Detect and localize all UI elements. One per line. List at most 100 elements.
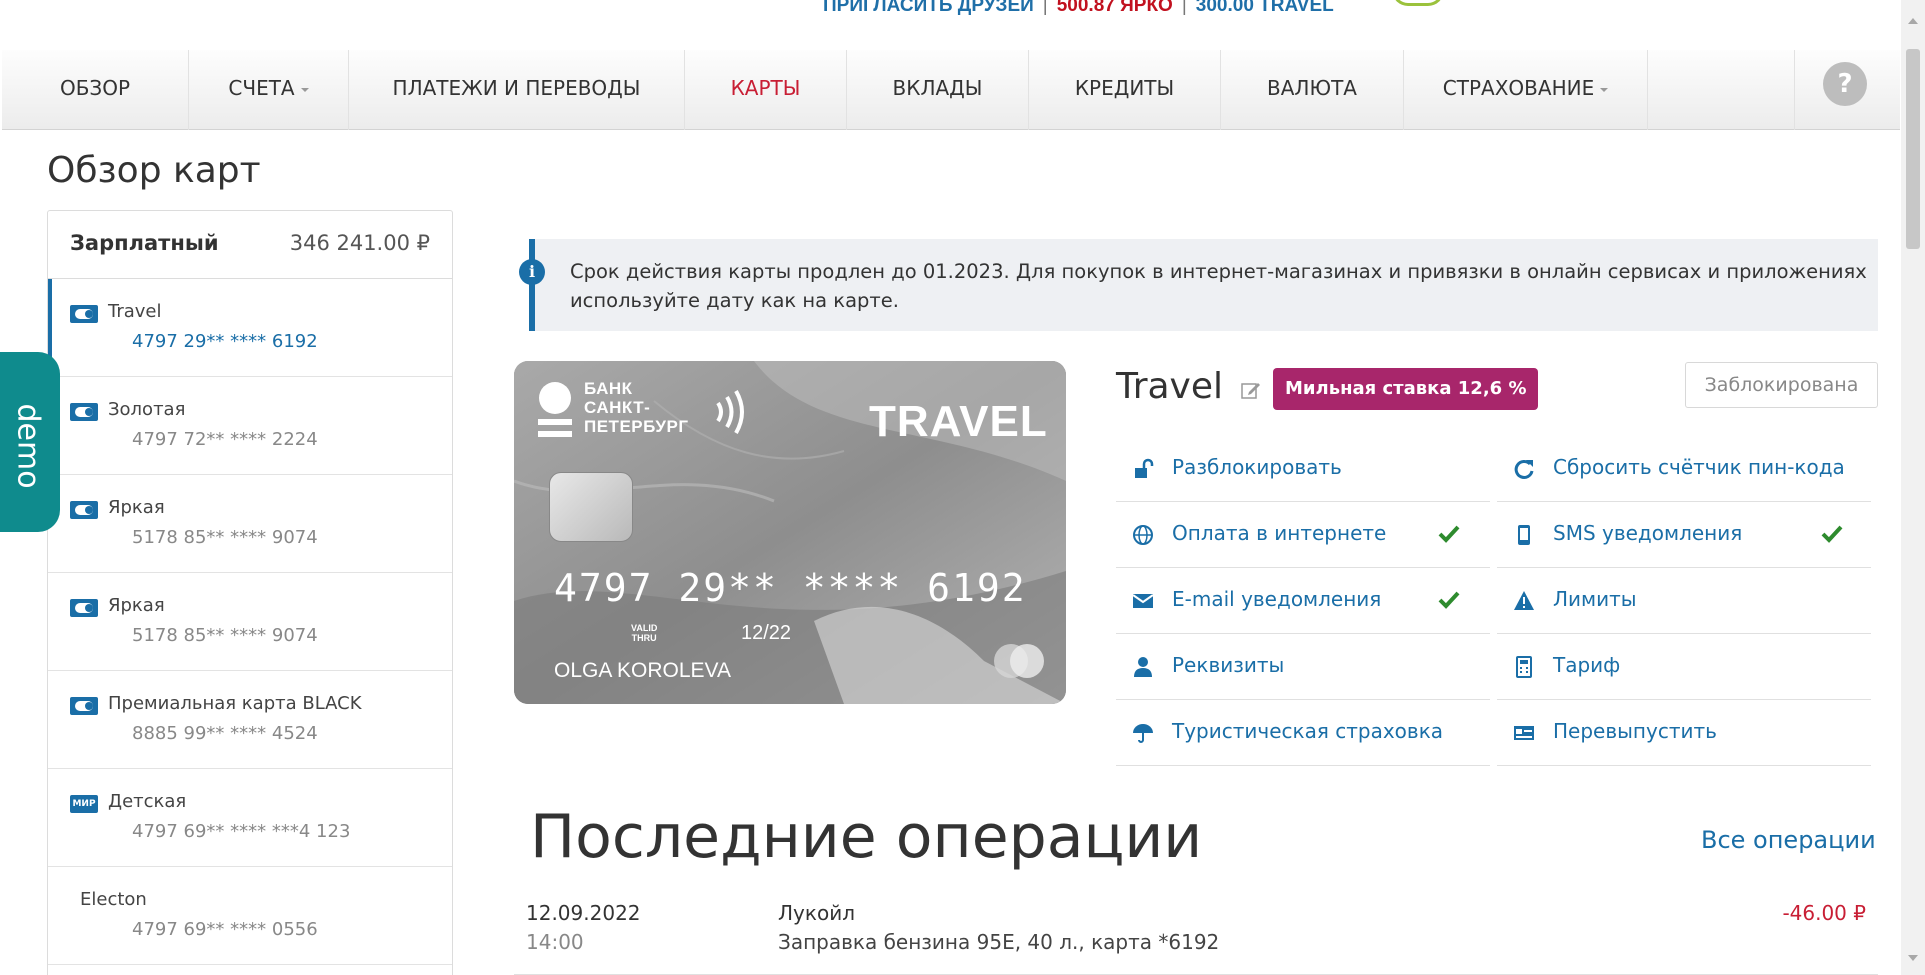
nav-item-overview[interactable]: ОБЗОР (2, 50, 189, 130)
card-list: Зарплатный 346 241.00 ₽ Travel 4797 29**… (47, 210, 453, 975)
check-icon (1821, 525, 1843, 543)
nav-item-cards[interactable]: КАРТЫ (685, 50, 847, 130)
card-expiry: 12/22 (741, 622, 792, 644)
bank-name-line: САНКТ- (584, 398, 651, 417)
nav-item-currency[interactable]: ВАЛЮТА (1221, 50, 1404, 130)
toggle-card-icon (70, 403, 98, 421)
card-number: 5178 85** **** 9074 (132, 527, 318, 548)
operations-title: Последние операции (530, 802, 1203, 872)
nav-item-label: СЧЕТА (228, 76, 295, 100)
internet-payment-action[interactable]: Оплата в интернете (1116, 502, 1490, 568)
account-name: Зарплатный (70, 231, 219, 255)
card-title: Travel (1116, 366, 1224, 407)
refresh-icon (1514, 459, 1534, 479)
scroll-up-icon[interactable] (1908, 18, 1918, 24)
valid-label-line: VALID (631, 623, 658, 633)
card-list-item[interactable]: Яркая 5178 85** **** 9074 (48, 475, 452, 573)
nav-item-payments[interactable]: ПЛАТЕЖИ И ПЕРЕВОДЫ (349, 50, 685, 130)
page-title: Обзор карт (47, 150, 261, 191)
unblock-action[interactable]: Разблокировать (1116, 436, 1490, 502)
calculator-icon (1516, 656, 1532, 678)
toggle-card-icon (70, 599, 98, 617)
demo-label: demo (10, 403, 46, 489)
action-label: Лимиты (1553, 587, 1637, 611)
edit-icon[interactable] (1241, 380, 1261, 400)
contactless-icon (716, 390, 744, 434)
operation-description: Заправка бензина 95Е, 40 л., карта *6192 (778, 930, 1220, 954)
nav-item-credits[interactable]: КРЕДИТЫ (1029, 50, 1221, 130)
card-list-item[interactable]: Яркая 5178 85** **** 9074 (48, 573, 452, 671)
email-notifications-action[interactable]: E-mail уведомления (1116, 568, 1490, 634)
page-scrollbar[interactable] (1901, 0, 1925, 975)
notice-text: Срок действия карты продлен до 01.2023. … (570, 260, 1867, 312)
card-name: Electon (80, 889, 147, 910)
card-list-item[interactable]: Electon 4797 69** **** 0556 (48, 867, 452, 965)
card-holder: OLGA KOROLEVA (554, 659, 732, 682)
card-list-item[interactable]: Премиальная карта BLACK 8885 99** **** 4… (48, 671, 452, 769)
card-image-number: 4797 29** **** 6192 (554, 566, 1027, 610)
card-name: Travel (108, 301, 162, 322)
toggle-card-icon (70, 501, 98, 519)
user-avatar[interactable] (1392, 0, 1444, 6)
card-number: 4797 29** **** 6192 (132, 331, 318, 352)
card-name: Золотая (108, 399, 186, 420)
nav-spacer (1648, 50, 1795, 130)
card-number: 4797 69** **** 0556 (132, 919, 318, 940)
travel-balance: 300.00 TRAVEL (1195, 0, 1334, 16)
card-number: 4797 69** **** ***4 123 (132, 821, 351, 842)
action-label: Туристическая страховка (1172, 719, 1444, 743)
divider: | (1181, 0, 1187, 16)
toggle-card-icon (70, 697, 98, 715)
nav-item-label: ВАЛЮТА (1267, 76, 1357, 100)
invite-friends-link[interactable]: ПРИГЛАСИТЬ ДРУЗЕЙ (823, 0, 1034, 16)
scroll-down-icon[interactable] (1908, 955, 1918, 961)
reset-pin-counter-action[interactable]: Сбросить счётчик пин-кода (1497, 436, 1871, 502)
nav-item-deposits[interactable]: ВКЛАДЫ (847, 50, 1029, 130)
bank-name-line: ПЕТЕРБУРГ (584, 417, 689, 436)
scroll-thumb[interactable] (1906, 49, 1920, 249)
travel-insurance-action[interactable]: Туристическая страховка (1116, 700, 1490, 766)
card-list-item[interactable]: МИР Детская 4797 69** **** ***4 123 (48, 769, 452, 867)
card-list-item[interactable]: Travel 4797 29** **** 6192 (48, 279, 452, 377)
umbrella-icon (1133, 724, 1153, 743)
operation-row[interactable]: 12.09.2022 14:00 Лукойл Заправка бензина… (514, 895, 1878, 975)
requisites-action[interactable]: Реквизиты (1116, 634, 1490, 700)
nav-item-label: ОБЗОР (59, 76, 131, 100)
action-label: Перевыпустить (1553, 719, 1717, 743)
check-icon (1438, 591, 1460, 609)
all-operations-link[interactable]: Все операции (1701, 826, 1876, 854)
bright-balance: 500.87 ЯРКО (1056, 0, 1173, 16)
globe-icon (1133, 525, 1153, 545)
card-name: Детская (108, 791, 187, 812)
toggle-card-icon (70, 305, 98, 323)
nav-item-label: КАРТЫ (730, 76, 801, 100)
tariff-action[interactable]: Тариф (1497, 634, 1871, 700)
account-header[interactable]: Зарплатный 346 241.00 ₽ (48, 211, 452, 279)
help-button[interactable]: ? (1823, 62, 1867, 106)
chip-icon (549, 472, 633, 542)
operation-amount: -46.00 ₽ (1782, 901, 1866, 925)
card-image: БАНК САНКТ- ПЕТЕРБУРГ TRAVEL 4797 29** *… (514, 361, 1066, 704)
card-list-item[interactable]: Золотая 4797 72** **** 2224 (48, 377, 452, 475)
bank-name: БАНК САНКТ- ПЕТЕРБУРГ (584, 379, 688, 436)
bank-name-line: БАНК (584, 379, 633, 398)
nav-item-accounts[interactable]: СЧЕТА (189, 50, 349, 130)
check-icon (1438, 525, 1460, 543)
action-label: SMS уведомления (1553, 521, 1743, 545)
sms-notifications-action[interactable]: SMS уведомления (1497, 502, 1871, 568)
action-label: Сбросить счётчик пин-кода (1553, 455, 1845, 479)
promo-bar: ПРИГЛАСИТЬ ДРУЗЕЙ | 500.87 ЯРКО | 300.00 TRA… (823, 0, 1334, 17)
limits-action[interactable]: Лимиты (1497, 568, 1871, 634)
card-product-name: TRAVEL (869, 397, 1048, 446)
nav-item-label: ВКЛАДЫ (892, 76, 983, 100)
nav-item-insurance[interactable]: СТРАХОВАНИЕ (1404, 50, 1648, 130)
action-label: Тариф (1553, 653, 1621, 677)
demo-tab[interactable]: demo (0, 352, 60, 532)
caret-down-icon (300, 87, 309, 92)
divider: | (1042, 0, 1048, 16)
reissue-action[interactable]: Перевыпустить (1497, 700, 1871, 766)
info-notice: i Срок действия карты продлен до 01.2023… (519, 239, 1878, 331)
card-number: 8885 99** **** 4524 (132, 723, 318, 744)
info-icon: i (519, 259, 545, 285)
blocked-status-button[interactable]: Заблокирована (1685, 362, 1878, 408)
